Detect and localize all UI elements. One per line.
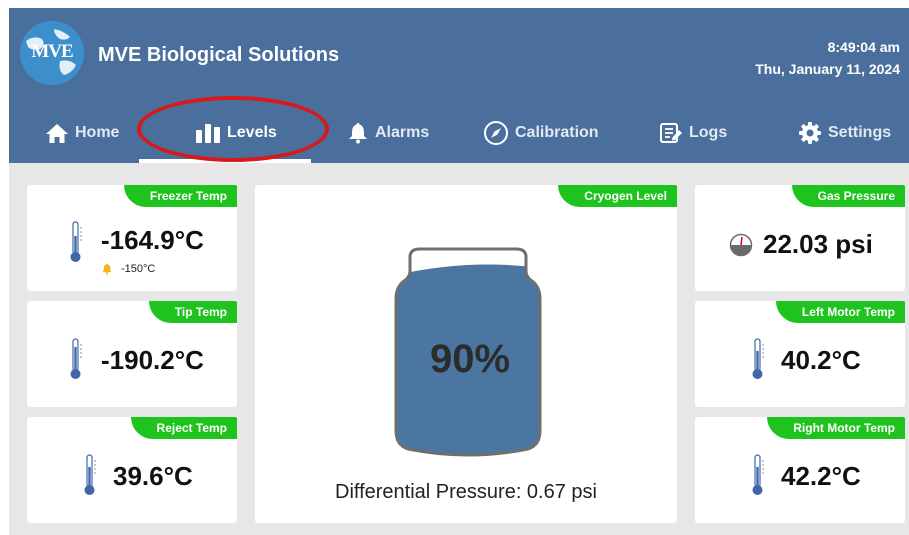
pressure-gauge-icon	[729, 233, 753, 257]
tip-temp-value: -190.2°C	[101, 345, 204, 375]
thermometer-icon	[70, 221, 82, 262]
screen: MVE MVE Biological Solutions 8:49:04 am …	[9, 8, 909, 535]
logo-text: MVE	[31, 41, 73, 62]
nav-alarms[interactable]: Alarms	[347, 112, 429, 154]
nav-settings-label: Settings	[828, 124, 892, 141]
reject-temp-card[interactable]: Reject Temp 39.6°C	[27, 417, 237, 523]
reject-temp-title: Reject Temp	[130, 417, 237, 439]
freezer-temp-value: -164.9°C	[101, 225, 204, 255]
cryogen-level-title: Cryogen Level	[558, 185, 677, 207]
alarm-bell-icon	[102, 263, 112, 275]
mve-logo: MVE	[20, 21, 84, 85]
freezer-alarm-setpoint: -150°C	[101, 263, 155, 275]
gas-pressure-title: Gas Pressure	[791, 185, 905, 207]
thermometer-icon	[752, 338, 764, 379]
freezer-alarm-value: -150°C	[121, 263, 156, 275]
left-motor-temp-value: 40.2°C	[781, 345, 861, 375]
right-motor-temp-value: 42.2°C	[781, 461, 861, 491]
nav-home[interactable]: Home	[45, 112, 119, 154]
nav-calibration[interactable]: Calibration	[483, 112, 599, 154]
nav-home-label: Home	[75, 124, 120, 141]
nav-logs[interactable]: Logs	[659, 112, 727, 154]
nav-settings[interactable]: Settings	[798, 112, 891, 154]
right-motor-temp-card[interactable]: Right Motor Temp 42.2°C	[695, 417, 905, 523]
thermometer-icon	[752, 454, 764, 495]
right-motor-temp-title: Right Motor Temp	[767, 417, 905, 439]
cryogen-level-card[interactable]: Cryogen Level 90% Differential Pressure:…	[255, 185, 677, 523]
cryogen-level-percent: 90%	[429, 337, 511, 381]
freezer-temp-card[interactable]: Freezer Temp -164.9°C -150°C	[27, 185, 237, 291]
bell-icon	[349, 123, 367, 144]
freezer-temp-title: Freezer Temp	[123, 185, 237, 207]
thermometer-icon	[84, 454, 96, 495]
annotation-circle	[137, 96, 329, 162]
gas-pressure-card[interactable]: Gas Pressure 22.03 psi	[695, 185, 905, 291]
left-motor-temp-title: Left Motor Temp	[775, 301, 905, 323]
gas-pressure-value: 22.03 psi	[763, 229, 873, 259]
clock-time: 8:49:04 am	[827, 39, 900, 55]
home-icon	[46, 124, 68, 143]
logs-icon	[660, 123, 682, 143]
compass-icon	[484, 121, 508, 145]
thermometer-icon	[70, 338, 82, 379]
clock-date: Thu, January 11, 2024	[755, 61, 900, 77]
gear-icon	[799, 122, 821, 144]
nav-calibration-label: Calibration	[515, 124, 599, 141]
differential-pressure: Differential Pressure: 0.67 psi	[335, 481, 597, 503]
left-motor-temp-card[interactable]: Left Motor Temp 40.2°C	[695, 301, 905, 407]
tip-temp-card[interactable]: Tip Temp -190.2°C	[27, 301, 237, 407]
nav-logs-label: Logs	[689, 124, 728, 141]
app-title: MVE Biological Solutions	[98, 44, 340, 66]
tip-temp-title: Tip Temp	[148, 301, 237, 323]
reject-temp-value: 39.6°C	[113, 461, 193, 491]
clock: 8:49:04 am Thu, January 11, 2024	[755, 36, 900, 80]
nav-alarms-label: Alarms	[375, 124, 430, 141]
